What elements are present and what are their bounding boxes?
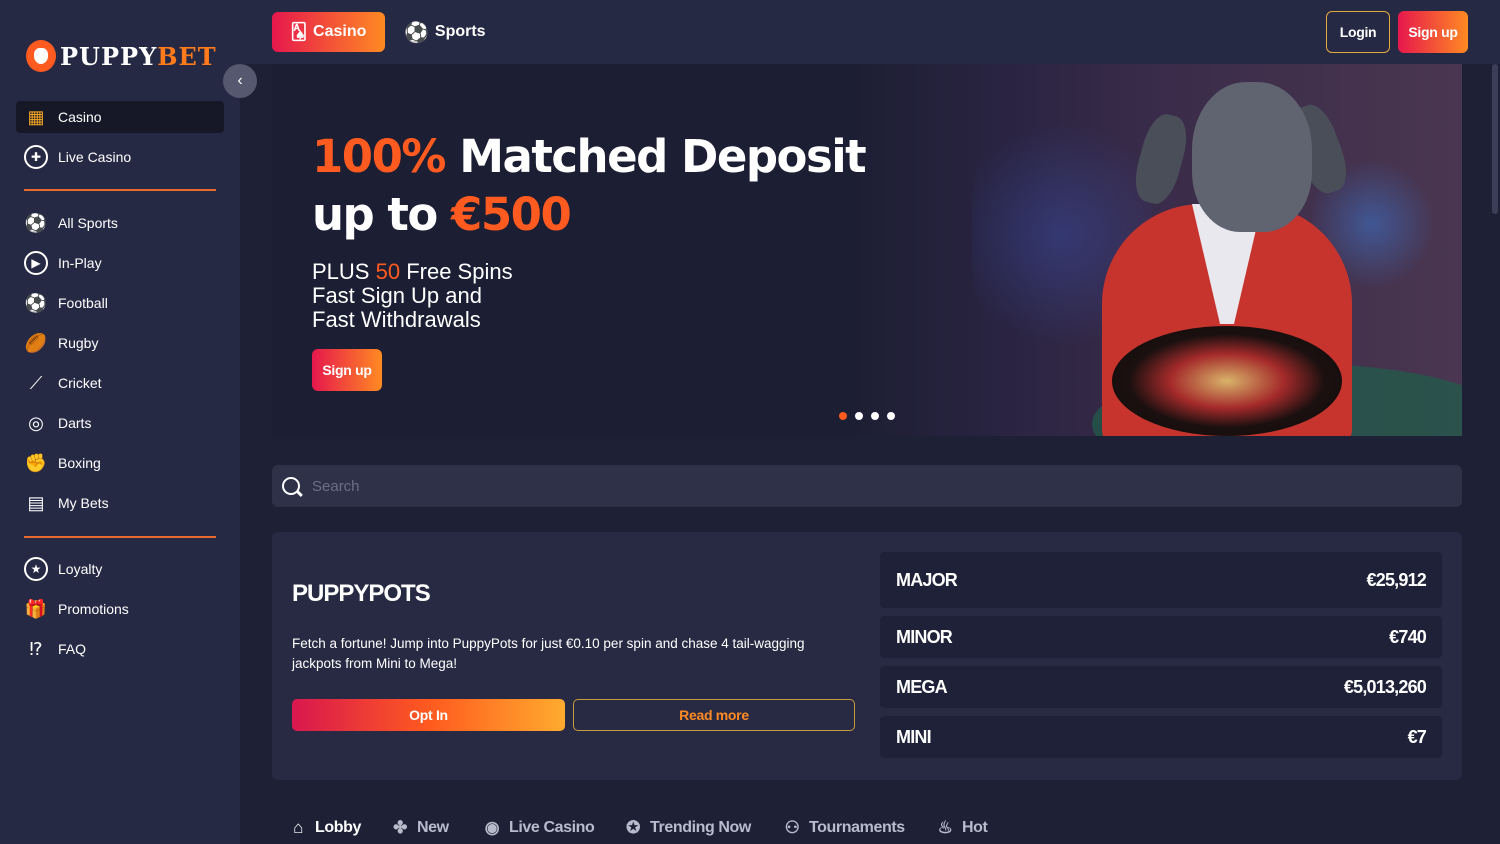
tab-casino[interactable]: 🂡 Casino xyxy=(272,12,385,52)
hero-subtext: PLUS 50 Free Spins Fast Sign Up and Fast… xyxy=(312,259,513,332)
sidebar-divider xyxy=(24,189,216,191)
sidebar-item-label: All Sports xyxy=(58,215,118,231)
sidebar-item-boxing[interactable]: ✊ Boxing xyxy=(16,447,224,479)
puppypots-title: PUPPYPOTS xyxy=(292,580,431,607)
sidebar-item-label: In-Play xyxy=(58,255,102,271)
sidebar-item-label: Cricket xyxy=(58,375,102,391)
play-icon: ▶ xyxy=(24,251,48,275)
carousel-dot[interactable] xyxy=(871,412,879,420)
jackpot-name: MINI xyxy=(896,726,932,747)
category-tab-hot[interactable]: ♨ Hot xyxy=(935,818,988,838)
roulette-wheel-image xyxy=(1112,326,1342,436)
home-icon: ⌂ xyxy=(293,818,303,837)
jackpot-row: MEGA €5,013,260 xyxy=(880,666,1442,708)
sidebar-item-label: Boxing xyxy=(58,455,101,471)
carousel-dots xyxy=(839,412,895,420)
sidebar-item-label: FAQ xyxy=(58,641,87,657)
sidebar-item-live-casino[interactable]: ✚ Live Casino xyxy=(16,141,224,173)
chevron-left-icon: ‹ xyxy=(237,72,243,89)
search-input[interactable] xyxy=(312,477,1212,495)
carousel-dot[interactable] xyxy=(839,412,847,420)
login-button[interactable]: Login xyxy=(1326,11,1390,53)
sidebar: PUPPYBET ▦ Casino ✚ Live Casino ⚽ All Sp… xyxy=(0,0,240,844)
rugby-ball-icon: 🏉 xyxy=(24,332,48,353)
game-search xyxy=(272,465,1462,507)
jackpot-row: MAJOR €25,912 xyxy=(880,552,1442,608)
tab-label: Casino xyxy=(313,23,367,40)
sidebar-item-rugby[interactable]: 🏉 Rugby xyxy=(16,327,224,359)
sidebar-item-label: Darts xyxy=(58,415,92,431)
cricket-bat-icon: ⟋ xyxy=(29,372,43,393)
brand-name-part2: BET xyxy=(157,41,217,71)
page-scrollbar[interactable] xyxy=(1492,64,1498,214)
search-icon xyxy=(282,477,300,495)
sidebar-collapse-button[interactable]: ‹ xyxy=(223,64,257,98)
sidebar-item-casino[interactable]: ▦ Casino xyxy=(16,101,224,133)
brand-logo[interactable]: PUPPYBET xyxy=(26,40,217,72)
sports-balls-icon: ⚽ xyxy=(24,212,48,233)
hero-headline: 100% Matched Deposit up to €500 xyxy=(312,130,867,241)
sidebar-item-all-sports[interactable]: ⚽ All Sports xyxy=(16,207,224,239)
sidebar-divider xyxy=(24,536,216,538)
jackpot-name: MAJOR xyxy=(896,569,958,590)
read-more-button[interactable]: Read more xyxy=(573,699,855,731)
sidebar-item-darts[interactable]: ◎ Darts xyxy=(16,407,224,439)
carousel-dot[interactable] xyxy=(855,412,863,420)
puppy-logo-icon xyxy=(26,40,56,72)
hot-icon: ♨ xyxy=(937,818,953,837)
category-tab-new[interactable]: ✤ New xyxy=(390,818,449,838)
sidebar-item-faq[interactable]: ⁉ FAQ xyxy=(16,633,224,665)
sidebar-item-label: Live Casino xyxy=(58,149,132,165)
live-chip-icon: ◉ xyxy=(484,818,500,837)
puppypots-description: Fetch a fortune! Jump into PuppyPots for… xyxy=(292,636,805,671)
jackpot-amount: €25,912 xyxy=(1366,569,1427,590)
gift-icon: 🎁 xyxy=(24,598,48,619)
question-icon: ⁉ xyxy=(29,638,43,659)
slot-machine-icon: ▦ xyxy=(27,106,45,127)
category-tab-tournaments[interactable]: ⚇ Tournaments xyxy=(782,818,906,838)
bets-icon: ▤ xyxy=(27,492,45,513)
sidebar-item-cricket[interactable]: ⟋ Cricket xyxy=(16,367,224,399)
star-icon: ★ xyxy=(24,557,48,581)
signup-button[interactable]: Sign up xyxy=(1398,11,1468,53)
dartboard-icon: ◎ xyxy=(28,412,44,433)
poker-chip-icon: ✚ xyxy=(24,145,48,169)
category-tab-lobby[interactable]: ⌂ Lobby xyxy=(288,818,361,838)
category-tab-live-casino[interactable]: ◉ Live Casino xyxy=(482,818,595,838)
football-icon: ⚽ xyxy=(404,21,429,44)
sidebar-item-loyalty[interactable]: ★ Loyalty xyxy=(16,553,224,585)
opt-in-button[interactable]: Opt In xyxy=(292,699,565,731)
tab-sports[interactable]: ⚽ Sports xyxy=(404,12,486,52)
sidebar-item-football[interactable]: ⚽ Football xyxy=(16,287,224,319)
carousel-dot[interactable] xyxy=(887,412,895,420)
sidebar-item-promotions[interactable]: 🎁 Promotions xyxy=(16,593,224,625)
jackpot-amount: €7 xyxy=(1407,726,1427,747)
jackpot-row: MINOR €740 xyxy=(880,616,1442,658)
boxing-glove-icon: ✊ xyxy=(24,452,48,473)
sidebar-item-my-bets[interactable]: ▤ My Bets xyxy=(16,487,224,519)
sidebar-item-label: Loyalty xyxy=(58,561,103,577)
hero-signup-button[interactable]: Sign up xyxy=(312,349,382,391)
football-icon: ⚽ xyxy=(24,292,48,313)
hero-banner[interactable]: 100% Matched Deposit up to €500 PLUS 50 … xyxy=(272,64,1462,436)
sidebar-item-label: Casino xyxy=(58,109,102,125)
sidebar-item-label: Rugby xyxy=(58,335,99,351)
sidebar-item-label: Football xyxy=(58,295,108,311)
puppypots-panel: PUPPYPOTS Fetch a fortune! Jump into Pup… xyxy=(272,532,1462,780)
jackpot-amount: €5,013,260 xyxy=(1343,676,1427,697)
sidebar-item-label: Promotions xyxy=(58,601,129,617)
jackpot-name: MEGA xyxy=(896,676,948,697)
trending-star-icon: ✪ xyxy=(626,818,640,837)
sidebar-item-in-play[interactable]: ▶ In-Play xyxy=(16,247,224,279)
category-tab-trending-now[interactable]: ✪ Trending Now xyxy=(623,818,751,838)
new-icon: ✤ xyxy=(393,818,407,837)
tournament-icon: ⚇ xyxy=(784,818,800,837)
brand-name-part1: PUPPY xyxy=(60,41,158,71)
tab-label: Sports xyxy=(434,23,486,40)
jackpot-row: MINI €7 xyxy=(880,716,1442,758)
sidebar-item-label: My Bets xyxy=(58,495,109,511)
jackpot-amount: €740 xyxy=(1389,626,1427,647)
cards-icon: 🂡 xyxy=(290,24,308,41)
jackpot-name: MINOR xyxy=(896,626,953,647)
